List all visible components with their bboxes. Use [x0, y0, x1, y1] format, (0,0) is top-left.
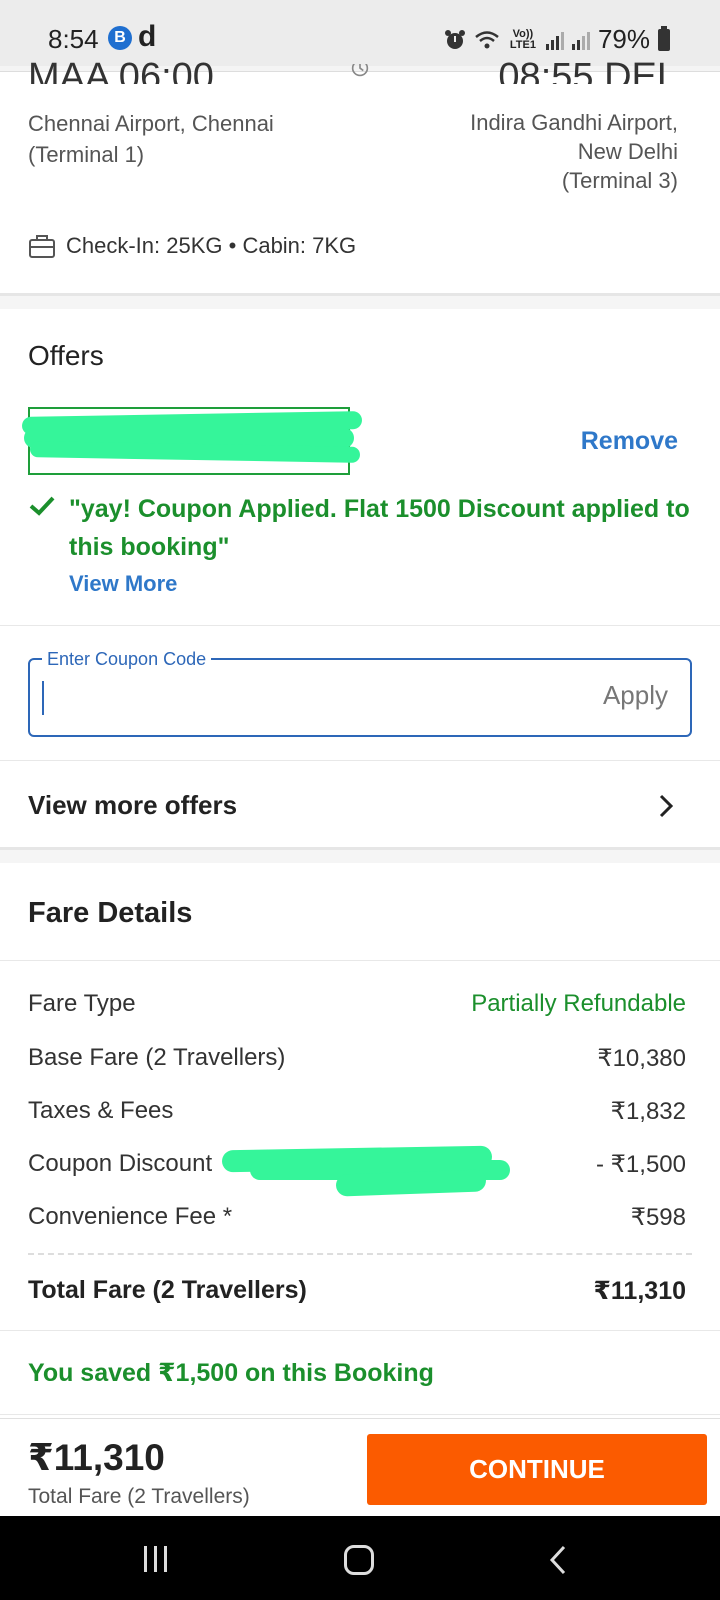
total-fare-value: ₹11,310: [593, 1277, 686, 1305]
fare-row-value: ₹10,380: [597, 1045, 686, 1072]
status-time: 8:54: [48, 24, 99, 54]
divider: [0, 625, 720, 626]
section-divider: [0, 293, 720, 309]
apply-coupon-button[interactable]: Apply: [603, 680, 668, 711]
chevron-right-icon[interactable]: [658, 793, 674, 819]
signal-strength-icon: [545, 30, 564, 50]
back-icon[interactable]: [548, 1544, 568, 1576]
arrival-airport: Indira Gandhi Airport, New Delhi (Termin…: [378, 108, 678, 195]
baggage-text: Check-In: 25KG • Cabin: 7KG: [66, 233, 357, 258]
fare-row-value: ₹598: [630, 1204, 686, 1231]
divider: [0, 1414, 720, 1415]
fare-row-label: Fare Type: [28, 990, 136, 1017]
divider: [0, 760, 720, 761]
check-icon: [29, 496, 55, 516]
app-d-notification-icon: d: [138, 20, 157, 53]
app-notification-icon: B: [108, 26, 132, 50]
fare-row-label: Base Fare (2 Travellers): [28, 1044, 286, 1071]
signal-strength-2-icon: [571, 30, 590, 50]
divider: [0, 1330, 720, 1331]
remove-coupon-link[interactable]: Remove: [581, 427, 678, 456]
bottom-total-price: ₹11,310: [28, 1437, 165, 1478]
luggage-icon: [29, 235, 55, 258]
arrival-airport-name: Indira Gandhi Airport,: [470, 110, 678, 135]
divider: [0, 960, 720, 961]
text-cursor: [42, 681, 44, 715]
coupon-code-label: Enter Coupon Code: [42, 649, 212, 670]
fare-row-label: Coupon Discount: [28, 1150, 213, 1177]
flight-summary: MAA 06:00 08:55 DEL Chennai Airport, Che…: [0, 56, 720, 292]
arrival-terminal: (Terminal 3): [561, 168, 678, 193]
home-icon[interactable]: [344, 1545, 374, 1575]
continue-button[interactable]: CONTINUE: [367, 1434, 707, 1505]
status-indicators: Vo)) LTE1 79%: [444, 24, 670, 55]
dashed-divider: [28, 1253, 692, 1255]
departure-terminal: (Terminal 1): [28, 142, 145, 167]
fare-row-value: - ₹1,500: [596, 1151, 686, 1178]
redaction-mark: [335, 1169, 487, 1197]
fare-row-label: Taxes & Fees: [28, 1097, 174, 1124]
arrival-time: 08:55 DEL: [498, 56, 678, 84]
fare-row-value: Partially Refundable: [471, 990, 686, 1017]
departure-time: MAA 06:00: [28, 56, 214, 84]
recent-apps-icon[interactable]: [144, 1546, 167, 1572]
section-divider: [0, 847, 720, 863]
departure-airport: Chennai Airport, Chennai (Terminal 1): [28, 108, 358, 170]
alarm-icon: [444, 29, 465, 49]
wifi-icon: [475, 30, 499, 48]
departure-airport-name: Chennai Airport, Chennai: [28, 111, 274, 136]
bottom-total-label: Total Fare (2 Travellers): [28, 1485, 250, 1508]
arrival-city: New Delhi: [577, 139, 678, 164]
total-fare-label: Total Fare (2 Travellers): [28, 1276, 307, 1304]
total-fare-row: Total Fare (2 Travellers) ₹11,310: [28, 1276, 686, 1306]
offers-title: Offers: [28, 340, 104, 371]
fare-row-label: Convenience Fee *: [28, 1203, 233, 1230]
view-more-offers-link[interactable]: View more offers: [28, 790, 237, 821]
fare-row-fare-type: Fare Type Partially Refundable: [28, 990, 686, 1018]
fare-details-title: Fare Details: [28, 897, 193, 929]
network-type-label: Vo)) LTE1: [509, 27, 536, 51]
savings-message: You saved ₹1,500 on this Booking: [28, 1359, 434, 1387]
fare-row-value: ₹1,832: [610, 1098, 686, 1125]
fare-row-convenience-fee: Convenience Fee * ₹598: [28, 1203, 686, 1232]
view-more-link[interactable]: View More: [69, 571, 177, 597]
clock-icon: [351, 64, 369, 77]
battery-percent: 79%: [597, 24, 650, 54]
fare-row-base-fare: Base Fare (2 Travellers) ₹10,380: [28, 1044, 686, 1073]
battery-icon: [658, 25, 670, 51]
fare-row-taxes: Taxes & Fees ₹1,832: [28, 1097, 686, 1126]
coupon-applied-message: "yay! Coupon Applied. Flat 1500 Discount…: [69, 495, 690, 561]
baggage-allowance: Check-In: 25KG • Cabin: 7KG: [28, 233, 356, 259]
